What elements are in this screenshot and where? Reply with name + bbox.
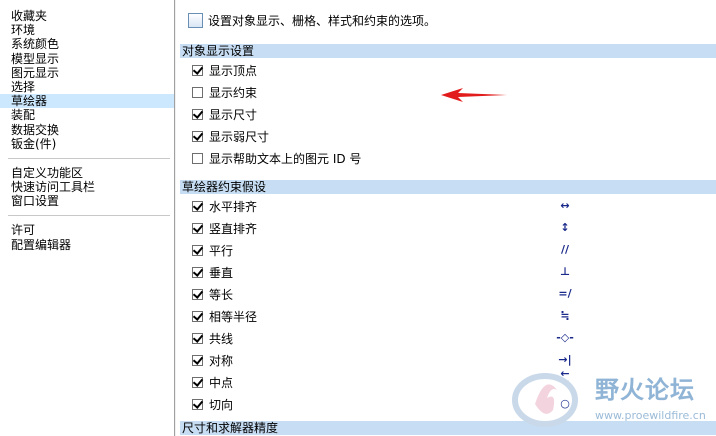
- watermark: 野火论坛 www.proewildfire.cn: [505, 364, 715, 434]
- sidebar-item-license[interactable]: 许可: [0, 223, 174, 237]
- option-label: 竖直排齐: [209, 221, 258, 236]
- sidebar-item-window-settings[interactable]: 窗口设置: [0, 194, 174, 208]
- option-perpendicular[interactable]: 垂直: [192, 263, 233, 281]
- checkbox[interactable]: [192, 398, 203, 410]
- checkbox[interactable]: [192, 86, 203, 98]
- option-symmetric[interactable]: 对称: [192, 351, 233, 369]
- checkbox[interactable]: [192, 244, 203, 256]
- sidebar-item-model-display[interactable]: 模型显示: [0, 52, 174, 66]
- option-label: 平行: [209, 243, 234, 258]
- checkbox[interactable]: [192, 266, 203, 278]
- checkbox[interactable]: [192, 222, 203, 234]
- red-arrow-annotation: [441, 88, 507, 102]
- option-label: 显示帮助文本上的图元 ID 号: [209, 151, 362, 166]
- checkbox[interactable]: [192, 200, 203, 212]
- checkbox[interactable]: [192, 152, 203, 164]
- parallel-constraint-icon: //: [560, 243, 570, 256]
- equal-radius-constraint-icon: ≒: [560, 309, 570, 322]
- sidebar-item-quick-access-toolbar[interactable]: 快速访问工具栏: [0, 180, 174, 194]
- category-sidebar: 收藏夹 环境 系统颜色 模型显示 图元显示 选择 草绘器 装配 数据交换 钣金(…: [0, 0, 175, 436]
- option-show-dimensions[interactable]: 显示尺寸: [192, 105, 257, 123]
- option-label: 对称: [209, 353, 234, 368]
- collinear-constraint-icon: -◇-: [556, 331, 574, 344]
- panel-description: 设置对象显示、栅格、样式和约束的选项。: [208, 13, 437, 28]
- sidebar-item-favorites[interactable]: 收藏夹: [0, 9, 174, 23]
- checkbox[interactable]: [192, 288, 203, 300]
- option-tangent[interactable]: 切向: [192, 395, 233, 413]
- sidebar-item-selection[interactable]: 选择: [0, 80, 174, 94]
- sidebar-item-system-colors[interactable]: 系统颜色: [0, 37, 174, 51]
- sidebar-item-entity-display[interactable]: 图元显示: [0, 66, 174, 80]
- option-label: 共线: [209, 331, 234, 346]
- option-parallel[interactable]: 平行: [192, 241, 233, 259]
- checkbox[interactable]: [192, 130, 203, 142]
- option-equal-radius[interactable]: 相等半径: [192, 307, 257, 325]
- option-show-entity-id[interactable]: 显示帮助文本上的图元 ID 号: [192, 149, 361, 167]
- checkbox[interactable]: [192, 108, 203, 120]
- forum-logo-icon: [512, 373, 578, 427]
- option-show-constraints[interactable]: 显示约束: [192, 83, 257, 101]
- sidebar-item-assembly[interactable]: 装配: [0, 108, 174, 122]
- section-constraint-assumptions: 草绘器约束假设: [180, 180, 716, 194]
- checkbox[interactable]: [192, 376, 203, 388]
- option-show-vertices[interactable]: 显示顶点: [192, 61, 257, 79]
- sidebar-item-sheet-metal[interactable]: 钣金(件): [0, 137, 174, 151]
- option-label: 等长: [209, 287, 234, 302]
- option-label: 显示弱尺寸: [209, 129, 270, 144]
- checkbox[interactable]: [192, 310, 203, 322]
- option-label: 相等半径: [209, 309, 258, 324]
- horizontal-constraint-icon: ↔: [560, 199, 570, 212]
- option-label: 水平排齐: [209, 199, 258, 214]
- sidebar-item-customize-ribbon[interactable]: 自定义功能区: [0, 166, 174, 180]
- option-label: 显示约束: [209, 85, 258, 100]
- option-vertical[interactable]: 竖直排齐: [192, 219, 257, 237]
- option-collinear[interactable]: 共线: [192, 329, 233, 347]
- option-label: 中点: [209, 375, 234, 390]
- checkbox[interactable]: [192, 354, 203, 366]
- option-midpoint[interactable]: 中点: [192, 373, 233, 391]
- option-label: 切向: [209, 397, 234, 412]
- sidebar-divider: [8, 157, 170, 159]
- sidebar-item-config-editor[interactable]: 配置编辑器: [0, 238, 174, 252]
- vertical-constraint-icon: ↕: [560, 221, 570, 234]
- equal-length-constraint-icon: =/: [558, 287, 572, 300]
- watermark-url: www.proewildfire.cn: [595, 409, 706, 422]
- option-label: 显示顶点: [209, 63, 258, 78]
- sidebar-item-environment[interactable]: 环境: [0, 23, 174, 37]
- watermark-title: 野火论坛: [595, 376, 695, 404]
- section-object-display: 对象显示设置: [180, 44, 716, 58]
- checkbox[interactable]: [192, 64, 203, 76]
- settings-page-icon: [188, 12, 203, 28]
- sidebar-item-sketcher[interactable]: 草绘器: [0, 94, 174, 109]
- option-show-weak-dimensions[interactable]: 显示弱尺寸: [192, 127, 269, 145]
- perpendicular-constraint-icon: ⊥: [559, 265, 571, 278]
- option-equal-length[interactable]: 等长: [192, 285, 233, 303]
- sidebar-divider: [8, 215, 170, 217]
- option-horizontal[interactable]: 水平排齐: [192, 197, 257, 215]
- panel-header: 设置对象显示、栅格、样式和约束的选项。: [188, 11, 436, 29]
- sidebar-item-data-exchange[interactable]: 数据交换: [0, 123, 174, 137]
- checkbox[interactable]: [192, 332, 203, 344]
- option-label: 显示尺寸: [209, 107, 258, 122]
- option-label: 垂直: [209, 265, 234, 280]
